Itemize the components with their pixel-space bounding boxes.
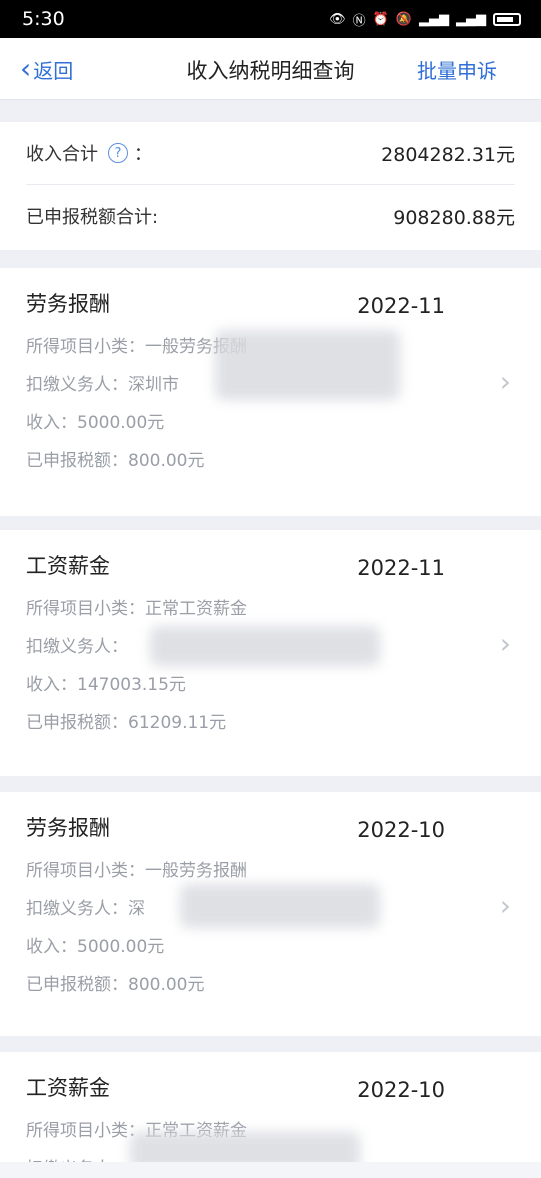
- record-type: 工资薪金: [26, 1076, 110, 1100]
- chevron-right-icon: ›: [499, 365, 511, 398]
- colon: ：: [134, 144, 152, 165]
- income-total-value: 2804282.31元: [381, 143, 515, 166]
- mute-icon: 🔕: [395, 11, 412, 27]
- battery-icon: [493, 12, 521, 26]
- signal-icon: ▂▄▆: [419, 11, 449, 27]
- record-income: 收入：5000.00元: [26, 413, 165, 433]
- nfc-icon: Ⓝ: [352, 13, 366, 29]
- record-card[interactable]: 工资薪金 2022-11 所得项目小类：正常工资薪金 扣缴义务人： 收入：147…: [0, 530, 541, 776]
- redaction-blur: [150, 626, 380, 666]
- redaction-blur: [180, 884, 380, 928]
- back-button[interactable]: ‹ 返回: [20, 52, 73, 86]
- tax-total-value: 908280.88元: [393, 206, 515, 229]
- redaction-blur: [215, 330, 400, 400]
- record-card[interactable]: 工资薪金 2022-10 所得项目小类：正常工资薪金 扣缴义务人：: [0, 1052, 541, 1162]
- help-icon[interactable]: ?: [108, 143, 128, 163]
- signal-icon: ▂▄▆: [456, 11, 486, 27]
- record-type: 劳务报酬: [26, 816, 110, 840]
- income-total-label: 收入合计: [26, 144, 98, 165]
- back-label: 返回: [33, 58, 74, 83]
- status-time: 5:30: [22, 8, 65, 30]
- record-type: 工资薪金: [26, 554, 110, 578]
- record-income: 收入：5000.00元: [26, 937, 165, 957]
- redaction-blur: [130, 1132, 360, 1162]
- alarm-icon: ⏰: [372, 11, 389, 27]
- batch-appeal-button[interactable]: 批量申诉: [417, 55, 497, 84]
- record-tax: 已申报税额：61209.11元: [26, 713, 227, 733]
- summary-panel: 收入合计 ? ： 2804282.31元 已申报税额合计: 908280.88元: [0, 122, 541, 250]
- record-tax: 已申报税额：800.00元: [26, 451, 205, 471]
- chevron-right-icon: ›: [499, 627, 511, 660]
- record-period: 2022-11: [357, 556, 445, 580]
- record-income: 收入：147003.15元: [26, 675, 186, 695]
- record-period: 2022-11: [357, 294, 445, 318]
- status-bar: 5:30 👁 Ⓝ ⏰ 🔕 ▂▄▆ ▂▄▆: [0, 0, 541, 38]
- eye-icon: 👁: [329, 11, 346, 27]
- record-period: 2022-10: [357, 1078, 445, 1102]
- income-total-row: 收入合计 ? ： 2804282.31元: [26, 122, 515, 184]
- record-card[interactable]: 劳务报酬 2022-11 所得项目小类：一般劳务报酬 扣缴义务人：深圳市 收入：…: [0, 268, 541, 516]
- status-icons: 👁 Ⓝ ⏰ 🔕 ▂▄▆ ▂▄▆: [329, 10, 521, 29]
- nav-bar: ‹ 返回 收入纳税明细查询 批量申诉: [0, 38, 541, 100]
- bottom-edge: [0, 1162, 541, 1178]
- chevron-right-icon: ›: [499, 889, 511, 922]
- record-card[interactable]: 劳务报酬 2022-10 所得项目小类：一般劳务报酬 扣缴义务人：深 收入：50…: [0, 792, 541, 1036]
- tax-total-row: 已申报税额合计: 908280.88元: [26, 184, 515, 247]
- record-tax: 已申报税额：800.00元: [26, 975, 205, 995]
- chevron-left-icon: ‹: [20, 52, 32, 85]
- tax-total-label: 已申报税额合计:: [26, 207, 159, 228]
- record-type: 劳务报酬: [26, 292, 110, 316]
- record-period: 2022-10: [357, 818, 445, 842]
- record-subcategory: 所得项目小类：正常工资薪金: [26, 599, 247, 619]
